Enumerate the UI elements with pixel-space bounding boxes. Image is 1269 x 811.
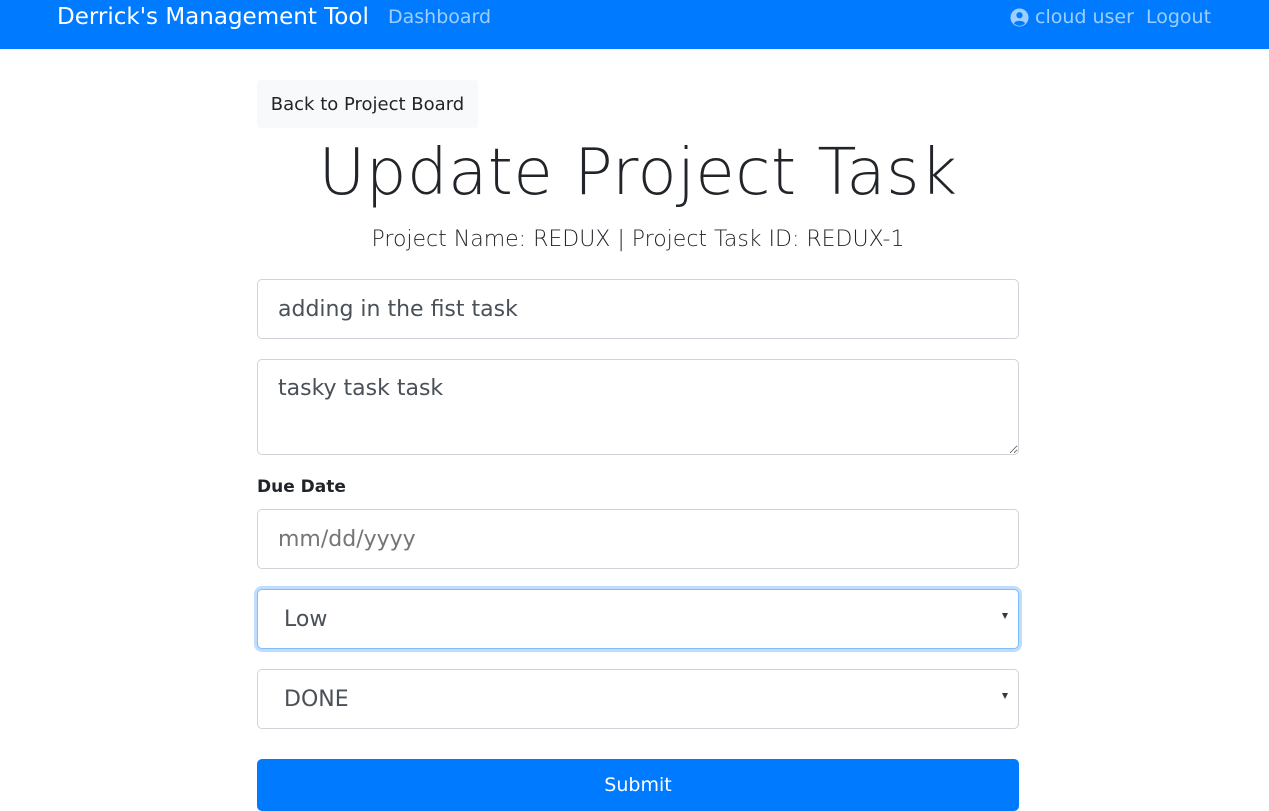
submit-button[interactable]: Submit [257, 759, 1019, 811]
due-date-input[interactable] [257, 509, 1019, 569]
back-to-project-board-button[interactable]: Back to Project Board [257, 80, 478, 128]
priority-select[interactable]: Low [257, 589, 1019, 649]
user-circle-icon [1010, 7, 1029, 27]
nav-user-link[interactable]: cloud user [1010, 6, 1134, 28]
acceptance-criteria-textarea[interactable]: tasky task task [257, 359, 1019, 455]
chevron-down-icon [1002, 693, 1008, 699]
nav-user-label: cloud user [1035, 6, 1134, 28]
nav-logout-link[interactable]: Logout [1146, 6, 1211, 28]
brand-logo-link[interactable]: Derrick's Management Tool [57, 4, 369, 30]
due-date-label: Due Date [257, 477, 346, 497]
chevron-down-icon [1002, 613, 1008, 619]
status-select[interactable]: DONE [257, 669, 1019, 729]
status-selected-value: DONE [284, 686, 349, 712]
nav-dashboard-link[interactable]: Dashboard [388, 6, 491, 28]
project-subtitle: Project Name: REDUX | Project Task ID: R… [371, 227, 905, 252]
priority-selected-value: Low [284, 606, 328, 632]
summary-input[interactable] [257, 279, 1019, 339]
top-navbar: Derrick's Management Tool Dashboard clou… [0, 0, 1269, 49]
page-title: Update Project Task [318, 136, 958, 210]
